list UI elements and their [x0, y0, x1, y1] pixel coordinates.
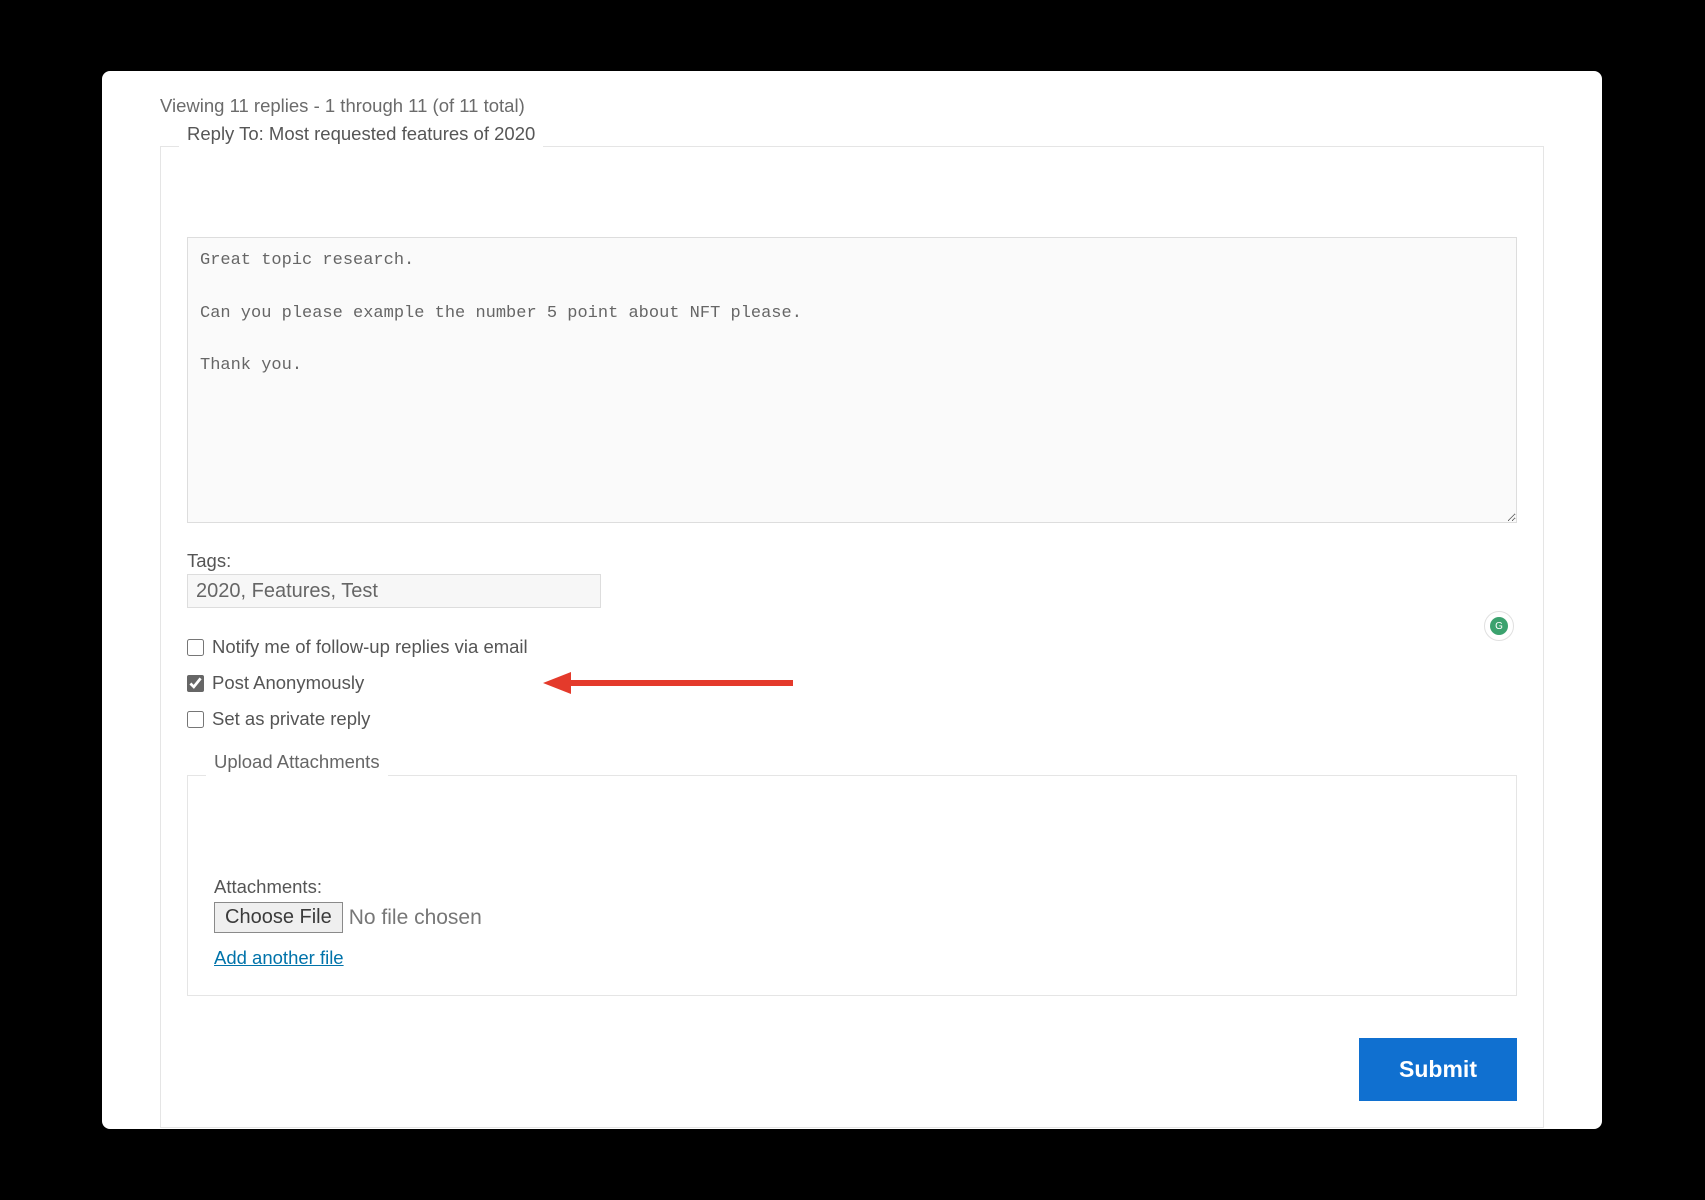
- tags-label: Tags:: [187, 550, 1517, 572]
- attachments-label: Attachments:: [214, 876, 1490, 898]
- grammarly-badge-icon[interactable]: G: [1484, 611, 1514, 641]
- annotation-arrow-icon: [543, 668, 793, 698]
- submit-button[interactable]: Submit: [1359, 1038, 1517, 1101]
- anonymous-checkbox-row: Post Anonymously: [187, 672, 1517, 694]
- choose-file-button[interactable]: Choose File: [214, 902, 343, 933]
- reply-form-window: Viewing 11 replies - 1 through 11 (of 11…: [102, 71, 1602, 1129]
- upload-fieldset: Upload Attachments Attachments: Choose F…: [187, 764, 1517, 996]
- upload-legend: Upload Attachments: [206, 751, 388, 773]
- notify-checkbox-row: Notify me of follow-up replies via email: [187, 636, 1517, 658]
- reply-legend: Reply To: Most requested features of 202…: [179, 123, 543, 145]
- anonymous-checkbox[interactable]: [187, 675, 204, 692]
- private-label: Set as private reply: [212, 708, 370, 730]
- viewing-count-text: Viewing 11 replies - 1 through 11 (of 11…: [160, 95, 1544, 117]
- private-checkbox-row: Set as private reply: [187, 708, 1517, 730]
- private-checkbox[interactable]: [187, 711, 204, 728]
- reply-textarea[interactable]: [187, 237, 1517, 523]
- tags-input[interactable]: [187, 574, 601, 608]
- reply-fieldset: Reply To: Most requested features of 202…: [160, 135, 1544, 1128]
- notify-checkbox[interactable]: [187, 639, 204, 656]
- file-input-row: Choose File No file chosen: [214, 902, 1490, 933]
- no-file-text: No file chosen: [349, 906, 482, 930]
- notify-label: Notify me of follow-up replies via email: [212, 636, 528, 658]
- add-another-file-link[interactable]: Add another file: [214, 947, 344, 969]
- anonymous-label: Post Anonymously: [212, 672, 364, 694]
